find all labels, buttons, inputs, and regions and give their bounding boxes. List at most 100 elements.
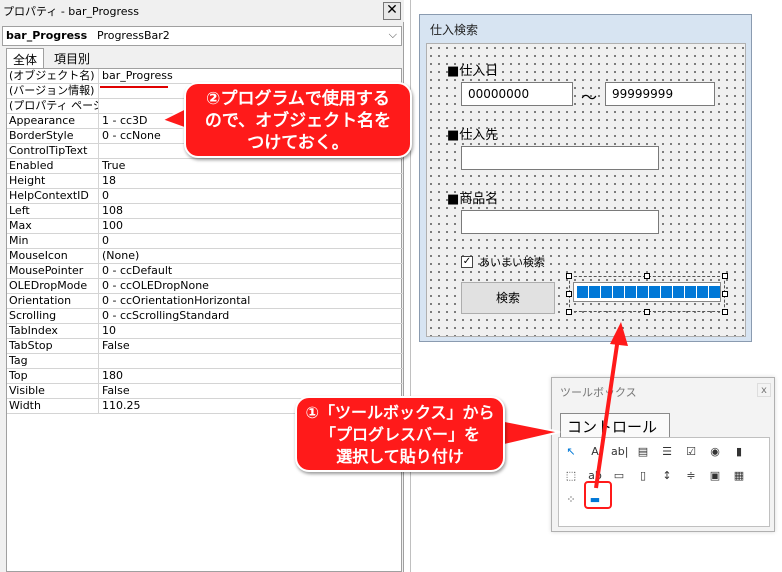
object-selector[interactable]: bar_Progress ProgressBar2 ⌵ [2,26,402,46]
property-value[interactable]: False [100,339,403,354]
property-value[interactable]: 0 - ccOLEDropNone [100,279,403,294]
property-value[interactable]: 100 [100,219,403,234]
search-button[interactable]: 検索 [461,282,555,314]
treeview-icon[interactable]: ⁘ [563,492,579,508]
tabstrip-icon[interactable]: ▭ [611,468,627,484]
scrollbar-icon[interactable]: ↕ [659,468,675,484]
fuzzy-checkbox-label: あいまい検索 [479,256,545,269]
callout-line: ので、オブジェクト名を [204,111,392,131]
label-icon[interactable]: A [587,444,603,460]
property-value[interactable] [100,354,403,369]
toolbox-title: ツールボックス [560,386,637,399]
userform-title: 仕入検索 [430,23,479,37]
image-icon[interactable]: ▣ [707,468,723,484]
progress-segment [673,286,684,298]
property-row[interactable]: Max 100 [7,219,403,234]
property-row[interactable]: TabStop False [7,339,403,354]
property-key: ControlTipText [7,144,99,159]
callout-program-name: ②プログラムで使用する ので、オブジェクト名を つけておく。 [184,82,412,158]
property-key: Min [7,234,99,249]
fuzzy-checkbox[interactable]: ✓ [461,256,473,268]
multipage-icon[interactable]: ▯ [635,468,651,484]
product-label: ■商品名 [447,192,499,207]
property-key: Top [7,369,99,384]
resize-handle[interactable] [566,291,572,297]
property-row[interactable]: TabIndex 10 [7,324,403,339]
supplier-label: ■仕入先 [447,128,499,143]
optionbutton-icon[interactable]: ◉ [707,444,723,460]
refedit-icon[interactable]: ▦ [731,468,747,484]
property-key: Orientation [7,294,99,309]
product-input[interactable] [461,210,659,234]
property-value[interactable]: True [100,159,403,174]
property-value[interactable]: 0 - ccOrientationHorizontal [100,294,403,309]
progress-segment [601,286,612,298]
callout-toolbox-pick: ①「ツールボックス」から 「プログレスバー」を 選択して貼り付け [295,396,505,472]
progress-bar[interactable] [573,282,721,302]
property-value[interactable]: 10 [100,324,403,339]
callout-line: 選択して貼り付け [336,447,464,466]
property-key: MouseIcon [7,249,99,264]
progress-segment [589,286,600,298]
property-key: Left [7,204,99,219]
tab-categorized[interactable]: 項目別 [48,48,96,68]
property-row[interactable]: OLEDropMode 0 - ccOLEDropNone [7,279,403,294]
property-key: Visible [7,384,99,399]
pointer-icon[interactable]: ↖ [563,444,579,460]
resize-handle[interactable] [722,273,728,279]
property-row[interactable]: Top 180 [7,369,403,384]
property-value[interactable]: 0 - ccScrollingStandard [100,309,403,324]
close-icon[interactable]: ✕ [383,2,401,20]
callout-line: ①「ツールボックス」から [305,403,495,422]
property-key: TabStop [7,339,99,354]
property-row[interactable]: Orientation 0 - ccOrientationHorizontal [7,294,403,309]
resize-handle[interactable] [722,309,728,315]
property-key: Enabled [7,159,99,174]
property-value[interactable]: 180 [100,369,403,384]
userform-window: 仕入検索 ■仕入日 00000000 ～ 99999999 ■仕入先 ■商品名 … [419,14,752,342]
property-key: Tag [7,354,99,369]
textbox-icon[interactable]: ab| [611,444,628,460]
date-to-input[interactable]: 99999999 [605,82,715,106]
property-row[interactable]: Enabled True [7,159,403,174]
resize-handle[interactable] [722,291,728,297]
date-from-input[interactable]: 00000000 [461,82,573,106]
resize-handle[interactable] [566,309,572,315]
date-range-tilde: ～ [581,88,598,107]
property-row[interactable]: Min 0 [7,234,403,249]
property-value[interactable]: 0 - ccDefault [100,264,403,279]
progress-segment [577,286,588,298]
property-row[interactable]: Scrolling 0 - ccScrollingStandard [7,309,403,324]
property-value[interactable]: 0 [100,234,403,249]
object-name: bar_Progress [6,29,88,42]
property-key: Max [7,219,99,234]
supplier-input[interactable] [461,146,659,170]
property-row[interactable]: Tag [7,354,403,369]
resize-handle[interactable] [644,273,650,279]
close-icon[interactable]: x [757,383,771,397]
tab-alphabetic[interactable]: 全体 [6,48,45,68]
property-key: OLEDropMode [7,279,99,294]
property-row[interactable]: MouseIcon (None) [7,249,403,264]
property-value[interactable]: 0 [100,189,403,204]
checkbox-icon[interactable]: ☑ [683,444,699,460]
combobox-icon[interactable]: ▤ [635,444,651,460]
property-value[interactable]: 18 [100,174,403,189]
property-row[interactable]: Left 108 [7,204,403,219]
chevron-down-icon[interactable]: ⌵ [389,28,397,42]
property-row[interactable]: Height 18 [7,174,403,189]
property-key: TabIndex [7,324,99,339]
property-key: (プロパティ ページ) [9,99,99,114]
listbox-icon[interactable]: ☰ [659,444,675,460]
resize-handle[interactable] [566,273,572,279]
property-key: (バージョン情報) [7,84,99,99]
property-value[interactable]: 108 [100,204,403,219]
property-value[interactable]: (None) [100,249,403,264]
frame-icon[interactable]: ⬚ [563,468,579,484]
tab-controls[interactable]: コントロール [560,413,670,437]
property-row[interactable]: HelpContextID 0 [7,189,403,204]
resize-handle[interactable] [644,309,650,315]
spinbutton-icon[interactable]: ≑ [683,468,699,484]
property-row[interactable]: MousePointer 0 - ccDefault [7,264,403,279]
togglebutton-icon[interactable]: ▮ [731,444,747,460]
